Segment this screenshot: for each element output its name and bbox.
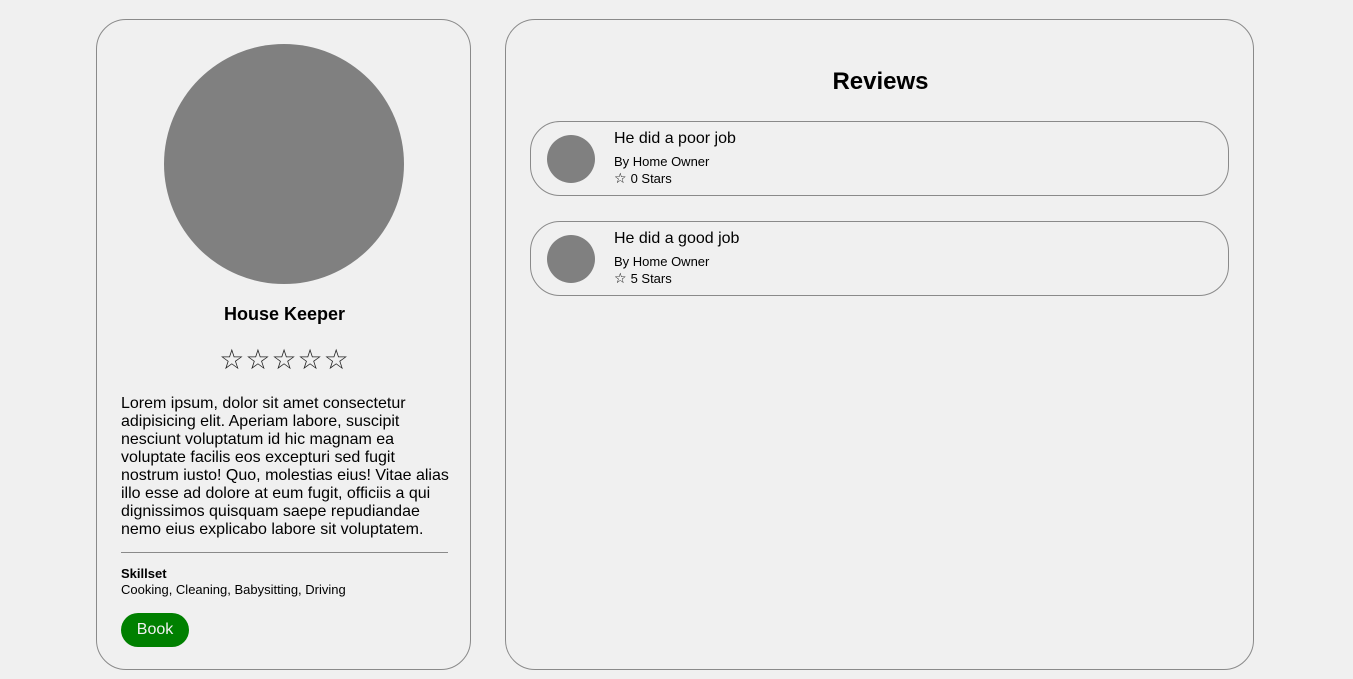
review-item: He did a good job By Home Owner ☆ 5 Stars: [530, 221, 1229, 296]
star-icon: ☆: [614, 171, 627, 187]
review-rating-label: 5 Stars: [630, 271, 672, 286]
review-text: He did a good job: [614, 230, 740, 247]
star-icon: ☆: [614, 271, 627, 287]
review-rating: ☆ 0 Stars: [614, 171, 672, 187]
divider: [121, 552, 448, 553]
star-icon: ☆: [323, 343, 350, 376]
review-text: He did a poor job: [614, 130, 736, 147]
review-rating-label: 0 Stars: [630, 171, 672, 186]
reviews-title: Reviews: [832, 68, 929, 95]
skillset-list: Cooking, Cleaning, Babysitting, Driving: [121, 582, 346, 597]
star-icon: ☆: [297, 343, 324, 376]
review-item: He did a poor job By Home Owner ☆ 0 Stars: [530, 121, 1229, 196]
profile-card: House Keeper ☆☆☆☆☆ Lorem ipsum, dolor si…: [96, 19, 471, 670]
review-author: By Home Owner: [614, 254, 710, 269]
reviewer-avatar: [547, 235, 595, 283]
reviewer-avatar: [547, 135, 595, 183]
reviews-panel: Reviews He did a poor job By Home Owner …: [505, 19, 1254, 670]
review-rating: ☆ 5 Stars: [614, 271, 672, 287]
skillset-heading: Skillset: [121, 566, 167, 581]
profile-description: Lorem ipsum, dolor sit amet consectetur …: [121, 395, 449, 538]
star-icon: ☆: [271, 343, 298, 376]
star-icon: ☆: [219, 343, 246, 376]
review-author: By Home Owner: [614, 154, 710, 169]
profile-avatar: [164, 44, 404, 284]
profile-rating: ☆☆☆☆☆: [97, 340, 472, 380]
star-icon: ☆: [245, 343, 272, 376]
book-button[interactable]: Book: [121, 613, 189, 647]
profile-name: House Keeper: [223, 304, 346, 324]
